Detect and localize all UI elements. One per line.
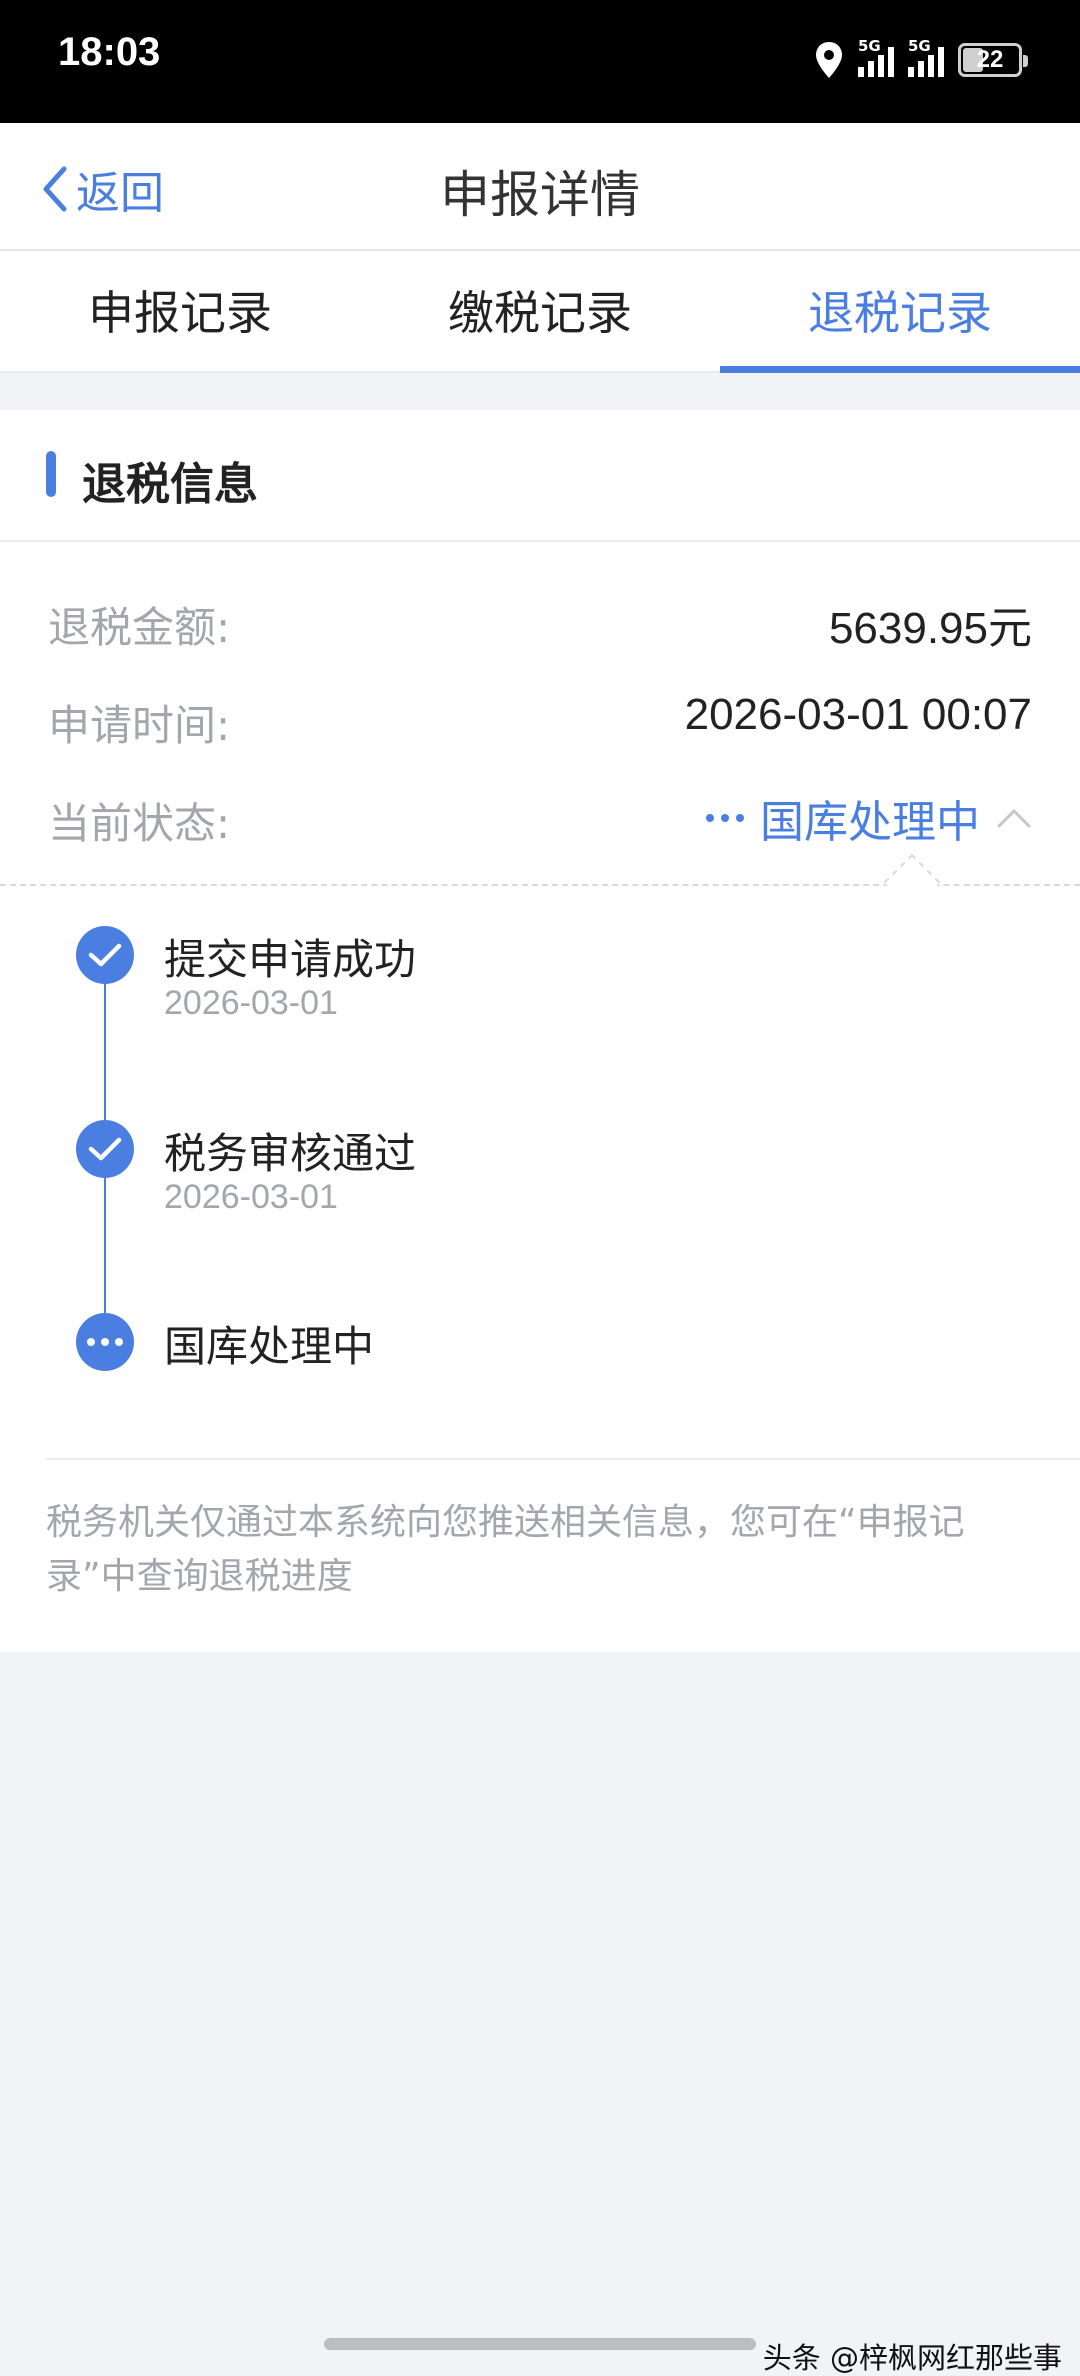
- check-icon: [88, 943, 122, 967]
- tab-refund-records[interactable]: 退税记录: [720, 251, 1080, 373]
- more-dots-icon: [87, 1338, 123, 1346]
- timeline-title-submitted: 提交申请成功: [164, 935, 417, 984]
- chevron-up-icon: [997, 809, 1031, 828]
- refund-info-card: 退税信息 退税金额: 5639.95元 申请时间: 2026-03-01 00:…: [0, 410, 1080, 1652]
- apply-time-row: 申请时间: 2026-03-01 00:07: [48, 684, 1032, 754]
- section-title: 退税信息: [82, 459, 258, 510]
- refund-amount-label: 退税金额:: [48, 603, 231, 652]
- tab-payment-records[interactable]: 缴税记录: [360, 251, 720, 371]
- timeline-node-approved: [76, 1120, 134, 1178]
- notice-text: 税务机关仅通过本系统向您推送相关信息，您可在“申报记录”中查询退税进度: [46, 1502, 965, 1597]
- status-toggle[interactable]: 国库处理中: [706, 786, 1032, 850]
- status-bar: 18:03 5G 5G 22: [0, 0, 1080, 123]
- network-type-label-1: 5G: [858, 37, 881, 55]
- apply-time-value: 2026-03-01 00:07: [684, 690, 1032, 739]
- nav-bar: 申报详情 返回: [0, 123, 1080, 251]
- location-pin-icon: [816, 42, 842, 78]
- record-tabs: 申报记录 缴税记录 退税记录: [0, 251, 1080, 373]
- timeline-date-submitted: 2026-03-01: [164, 984, 338, 1022]
- back-button-label: 返回: [76, 168, 164, 219]
- timeline-node-treasury: [76, 1313, 134, 1371]
- chevron-left-icon: [43, 166, 67, 212]
- divider: [46, 1458, 1080, 1460]
- battery-level: 22: [976, 46, 1004, 73]
- current-status-value: 国库处理中: [760, 797, 980, 848]
- check-icon: [88, 1137, 122, 1161]
- section-header: 退税信息: [0, 410, 1080, 542]
- timeline-node-submitted: [76, 926, 134, 984]
- current-status-label: 当前状态:: [48, 799, 231, 848]
- tab-declaration-records[interactable]: 申报记录: [0, 251, 360, 371]
- watermark: 头条 @梓枫网红那些事: [762, 2341, 1062, 2375]
- timeline-date-approved: 2026-03-01: [164, 1178, 338, 1216]
- home-indicator[interactable]: [324, 2338, 756, 2350]
- timeline-title-treasury: 国库处理中: [164, 1322, 375, 1371]
- network-type-label-2: 5G: [908, 37, 931, 55]
- more-dots-icon: [706, 814, 744, 822]
- battery-icon: 22: [958, 43, 1028, 77]
- apply-time-label: 申请时间:: [48, 701, 231, 750]
- timeline-title-approved: 税务审核通过: [164, 1129, 417, 1178]
- current-status-row[interactable]: 当前状态: 国库处理中: [48, 782, 1032, 852]
- status-icons: 5G 5G 22: [814, 37, 1028, 82]
- back-button[interactable]: 返回: [42, 157, 164, 221]
- refund-amount-row: 退税金额: 5639.95元: [48, 586, 1032, 656]
- refund-amount-value: 5639.95元: [828, 604, 1032, 653]
- status-time: 18:03: [58, 30, 161, 74]
- section-accent-bar: [46, 451, 56, 497]
- signal-strength-icon-2: 5G: [908, 37, 944, 77]
- signal-strength-icon-1: 5G: [858, 37, 894, 77]
